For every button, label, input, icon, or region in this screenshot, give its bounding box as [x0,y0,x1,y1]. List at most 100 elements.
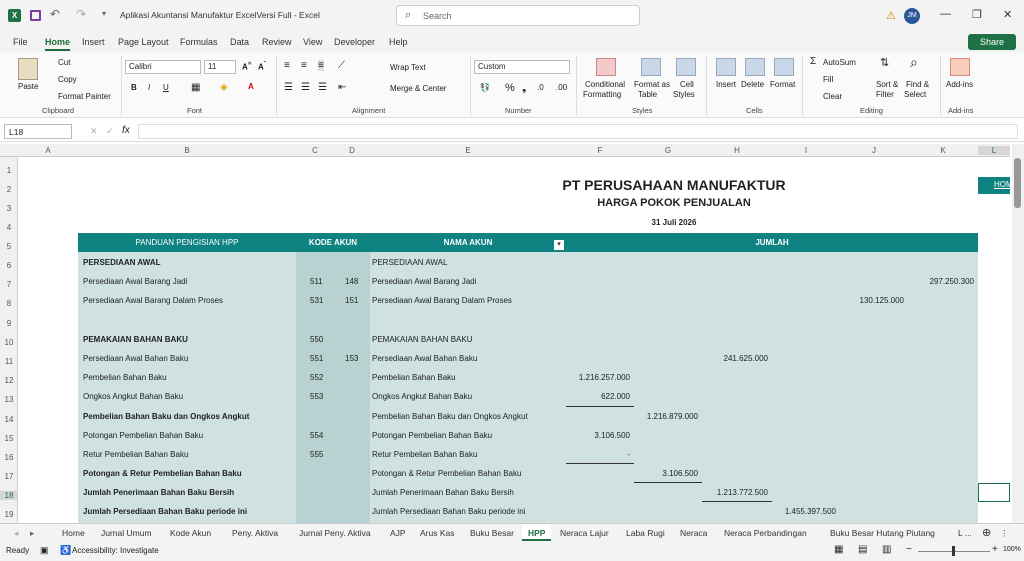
row-header[interactable]: 13 [0,395,18,404]
format-cells-label[interactable]: Format [770,80,795,89]
amount-cell[interactable]: 3.106.500 [566,431,630,440]
sheet-tab[interactable]: Peny. Aktiva [232,528,278,538]
account-cell[interactable]: Potongan & Retur Pembelian Bahan Baku [372,469,521,478]
code-cell[interactable]: 554 [310,431,323,440]
column-header[interactable]: F [566,146,634,155]
save-icon[interactable] [30,10,41,21]
avatar[interactable]: JM [904,8,920,24]
guide-cell[interactable]: Persediaan Awal Bahan Baku [83,354,188,363]
column-header[interactable]: H [702,146,772,155]
align-bottom-icon[interactable]: ≡ [318,60,324,71]
guide-cell[interactable]: Persediaan Awal Barang Jadi [83,277,187,286]
account-cell[interactable]: Persediaan Awal Barang Dalam Proses [372,296,512,305]
row-header[interactable]: 1 [0,166,18,175]
account-cell[interactable]: Ongkos Angkut Bahan Baku [372,392,472,401]
scroll-tabs-left-icon[interactable]: ◂ [14,528,18,539]
delete-cells-label[interactable]: Delete [741,80,764,89]
row-header[interactable]: 5 [0,242,18,251]
cancel-icon[interactable]: ✕ [90,126,98,137]
tab-review[interactable]: Review [262,37,292,47]
row-header[interactable]: 16 [0,453,18,462]
row-header[interactable]: 19 [0,510,18,519]
minimize-icon[interactable]: — [940,8,951,20]
cell-styles-label2[interactable]: Styles [673,90,695,99]
undo-icon[interactable]: ↶ [50,7,60,21]
tab-formulas[interactable]: Formulas [180,37,218,47]
code-sub-cell[interactable]: 153 [345,354,358,363]
underline-button[interactable]: U [163,83,169,92]
share-button[interactable]: Share [968,34,1016,50]
fill-button[interactable]: Fill [823,75,833,84]
code-cell[interactable]: 550 [310,335,323,344]
row-header[interactable]: 11 [0,357,18,366]
guide-cell[interactable]: Ongkos Angkut Bahan Baku [83,392,183,401]
format-as-table-label[interactable]: Format as [634,80,670,89]
delete-cells-icon[interactable] [745,58,765,76]
account-cell[interactable]: Retur Pembelian Bahan Baku [372,450,477,459]
amount-cell[interactable]: 1.216.257.000 [566,373,630,382]
sheet-tab[interactable]: Neraca Lajur [560,528,609,538]
font-color-icon[interactable]: A [248,82,254,91]
indent-icon[interactable]: ⇤ [338,82,346,93]
account-cell[interactable]: PERSEDIAAN AWAL [372,258,447,267]
conditional-formatting-label2[interactable]: Formatting [583,90,621,99]
sheet-tab[interactable]: Laba Rugi [626,528,665,538]
format-painter-button[interactable]: Format Painter [58,92,111,101]
tab-help[interactable]: Help [389,37,408,47]
search-box[interactable]: ⌕ Search [396,5,640,26]
add-ins-icon[interactable] [950,58,970,76]
row-header[interactable]: 12 [0,376,18,385]
account-cell[interactable]: Pembelian Bahan Baku [372,373,456,382]
conditional-formatting-icon[interactable] [596,58,616,76]
amount-cell[interactable]: 3.106.500 [634,469,698,478]
find-select-label[interactable]: Find & [906,80,929,89]
sheet-tab[interactable]: Jurnal Umum [101,528,152,538]
warning-icon[interactable]: ⚠ [886,9,896,22]
column-header[interactable]: G [634,146,702,155]
maximize-icon[interactable]: ❐ [972,8,982,21]
account-cell[interactable]: Potongan Pembelian Bahan Baku [372,431,492,440]
row-header[interactable]: 10 [0,338,18,347]
scroll-tabs-right-icon[interactable]: ▸ [30,528,34,539]
column-header[interactable]: D [334,146,370,155]
row-header[interactable]: 4 [0,223,18,232]
vertical-scrollbar[interactable] [1012,144,1024,524]
scroll-thumb[interactable] [1014,158,1021,208]
sheet-tab[interactable]: Buku Besar [470,528,514,538]
zoom-out-icon[interactable]: − [906,544,912,555]
amount-cell[interactable]: 622.000 [566,392,630,401]
name-box[interactable]: L18 [4,124,72,139]
align-left-icon[interactable]: ☰ [284,82,293,93]
guide-cell[interactable]: Jumlah Persediaan Bahan Baku periode ini [83,507,247,516]
format-as-table-label2[interactable]: Table [638,90,657,99]
wrap-text-button[interactable]: Wrap Text [390,63,426,72]
page-layout-view-icon[interactable]: ▤ [858,544,867,555]
close-icon[interactable]: ✕ [1003,8,1012,21]
row-header[interactable]: 8 [0,299,18,308]
row-header[interactable]: 7 [0,280,18,289]
merge-center-button[interactable]: Merge & Center [390,84,446,93]
amount-cell[interactable]: - [566,450,630,459]
decrease-decimal-icon[interactable]: .00 [556,83,567,92]
row-header[interactable]: 18 [0,491,18,500]
zoom-slider-thumb[interactable] [952,546,955,556]
insert-cells-label[interactable]: Insert [716,80,736,89]
home-button[interactable]: HOM [978,177,1010,194]
sheet-tab[interactable]: Neraca Perbandingan [724,528,807,538]
guide-cell[interactable]: Pembelian Bahan Baku [83,373,167,382]
cell-styles-label[interactable]: Cell [680,80,694,89]
insert-function-icon[interactable]: fx [122,125,130,136]
number-format-select[interactable]: Custom [474,60,570,74]
sheet-tab-active[interactable]: HPP [522,524,552,541]
guide-cell[interactable]: Jumlah Penerimaan Bahan Baku Bersih [83,488,234,497]
code-cell[interactable]: 552 [310,373,323,382]
row-header[interactable]: 6 [0,261,18,270]
sheet-tab[interactable]: Kode Akun [170,528,211,538]
paste-label[interactable]: Paste [18,82,38,91]
paste-icon[interactable] [18,58,38,80]
copy-button[interactable]: Copy [58,75,77,84]
find-select-icon[interactable]: ⌕ [910,54,918,71]
guide-cell[interactable]: Retur Pembelian Bahan Baku [83,450,188,459]
worksheet-grid[interactable]: PT PERUSAHAAN MANUFAKTUR HARGA POKOK PEN… [18,157,1010,523]
column-header[interactable]: L [978,146,1010,155]
